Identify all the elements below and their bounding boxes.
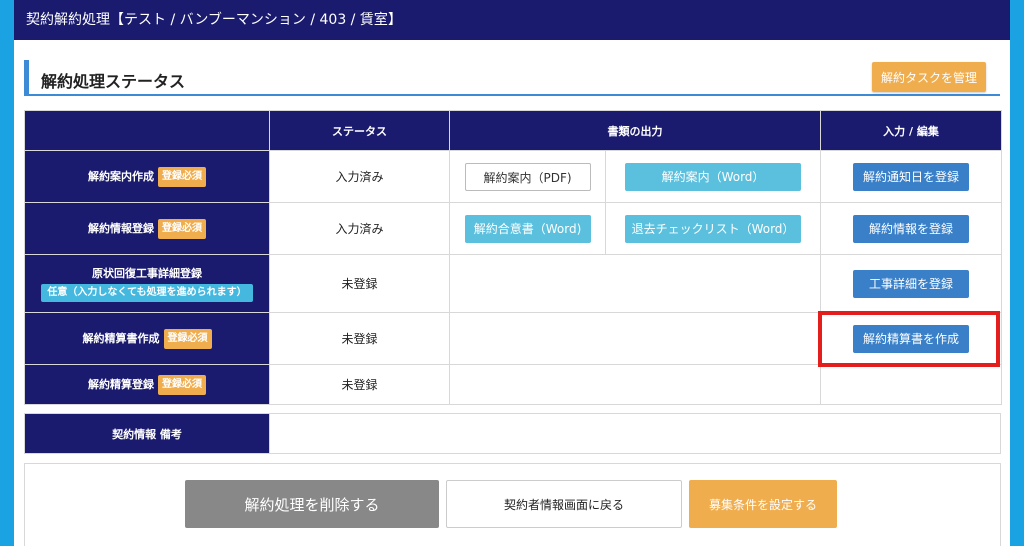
- action-cell: 解約通知日を登録: [820, 150, 1002, 203]
- table-row: 解約案内作成 登録必須 入力済み 解約案内（PDF) 解約案内（Word） 解約通…: [24, 150, 1002, 203]
- action-cell: 解約情報を登録: [820, 202, 1002, 255]
- row-label: 原状回復工事詳細登録 任意（入力しなくても処理を進められます）: [24, 254, 270, 313]
- section-header: 解約処理ステータス: [24, 60, 1000, 96]
- register-construction-details-button[interactable]: 工事詳細を登録: [853, 269, 969, 298]
- status-cell: 未登録: [269, 364, 450, 405]
- row-label: 解約精算登録 登録必須: [24, 364, 270, 405]
- row-label: 解約情報登録 登録必須: [24, 202, 270, 255]
- required-badge: 登録必須: [163, 328, 212, 349]
- register-notice-date-button[interactable]: 解約通知日を登録: [853, 162, 969, 191]
- remarks-label: 契約情報 備考: [24, 413, 270, 454]
- row-label: 解約案内作成 登録必須: [24, 150, 270, 203]
- status-cell: 入力済み: [269, 150, 450, 203]
- column-header-status: ステータス: [269, 110, 450, 151]
- page-title: 契約解約処理【テスト / バンブーマンション / 403 / 賃室】: [26, 12, 402, 28]
- remarks-value: [269, 413, 1001, 454]
- status-cell: 入力済み: [269, 202, 450, 255]
- document-cell: 解約案内（Word）: [605, 150, 821, 203]
- table-header-row: ステータス 書類の出力 入力 / 編集: [24, 110, 1002, 151]
- set-recruitment-conditions-button[interactable]: 募集条件を設定する: [689, 480, 837, 528]
- download-agreement-word-button[interactable]: 解約合意書（Word): [464, 214, 591, 243]
- row-label-text: 解約案内作成: [88, 169, 154, 183]
- row-label-text: 解約情報登録: [88, 221, 154, 235]
- remarks-row: 契約情報 備考: [24, 413, 1001, 454]
- row-label-text: 原状回復工事詳細登録: [92, 266, 202, 280]
- manage-tasks-button[interactable]: 解約タスクを管理: [872, 62, 986, 92]
- document-cell-empty: [449, 254, 821, 313]
- row-label-text: 解約精算登録: [88, 377, 154, 391]
- footer-actions: 解約処理を削除する 契約者情報画面に戻る 募集条件を設定する: [24, 463, 1001, 546]
- optional-badge: 任意（入力しなくても処理を進められます）: [41, 284, 253, 303]
- document-cell: 解約案内（PDF): [449, 150, 606, 203]
- download-notice-word-button[interactable]: 解約案内（Word）: [625, 162, 801, 191]
- remarks-table: 契約情報 備考: [24, 413, 1001, 454]
- column-header-documents: 書類の出力: [449, 110, 821, 151]
- page-header: 契約解約処理【テスト / バンブーマンション / 403 / 賃室】: [14, 0, 1010, 40]
- row-label-text: 解約精算書作成: [82, 331, 160, 345]
- download-checklist-word-button[interactable]: 退去チェックリスト（Word）: [625, 214, 801, 243]
- delete-cancellation-button[interactable]: 解約処理を削除する: [185, 480, 439, 528]
- action-cell-empty: [820, 364, 1002, 405]
- highlight-box: [818, 311, 1000, 367]
- column-header-blank: [24, 110, 270, 151]
- status-cell: 未登録: [269, 254, 450, 313]
- document-cell: 解約合意書（Word): [449, 202, 606, 255]
- table-row: 解約精算登録 登録必須 未登録: [24, 364, 1002, 405]
- column-header-edit: 入力 / 編集: [820, 110, 1002, 151]
- required-badge: 登録必須: [158, 166, 206, 187]
- required-badge: 登録必須: [158, 374, 206, 395]
- download-notice-pdf-button[interactable]: 解約案内（PDF): [464, 162, 591, 191]
- table-row: 解約情報登録 登録必須 入力済み 解約合意書（Word) 退去チェックリスト（Wo…: [24, 202, 1002, 255]
- action-cell: 工事詳細を登録: [820, 254, 1002, 313]
- status-cell: 未登録: [269, 312, 450, 365]
- document-cell-empty: [449, 312, 821, 365]
- required-badge: 登録必須: [158, 218, 206, 239]
- back-to-contractor-button[interactable]: 契約者情報画面に戻る: [446, 480, 682, 528]
- document-cell-empty: [449, 364, 821, 405]
- row-label: 解約精算書作成 登録必須: [24, 312, 270, 365]
- section-title: 解約処理ステータス: [41, 72, 186, 91]
- register-cancellation-info-button[interactable]: 解約情報を登録: [853, 214, 969, 243]
- document-cell: 退去チェックリスト（Word）: [605, 202, 821, 255]
- table-row: 原状回復工事詳細登録 任意（入力しなくても処理を進められます） 未登録 工事詳細…: [24, 254, 1002, 313]
- main-panel: 契約解約処理【テスト / バンブーマンション / 403 / 賃室】 解約処理ス…: [14, 0, 1010, 546]
